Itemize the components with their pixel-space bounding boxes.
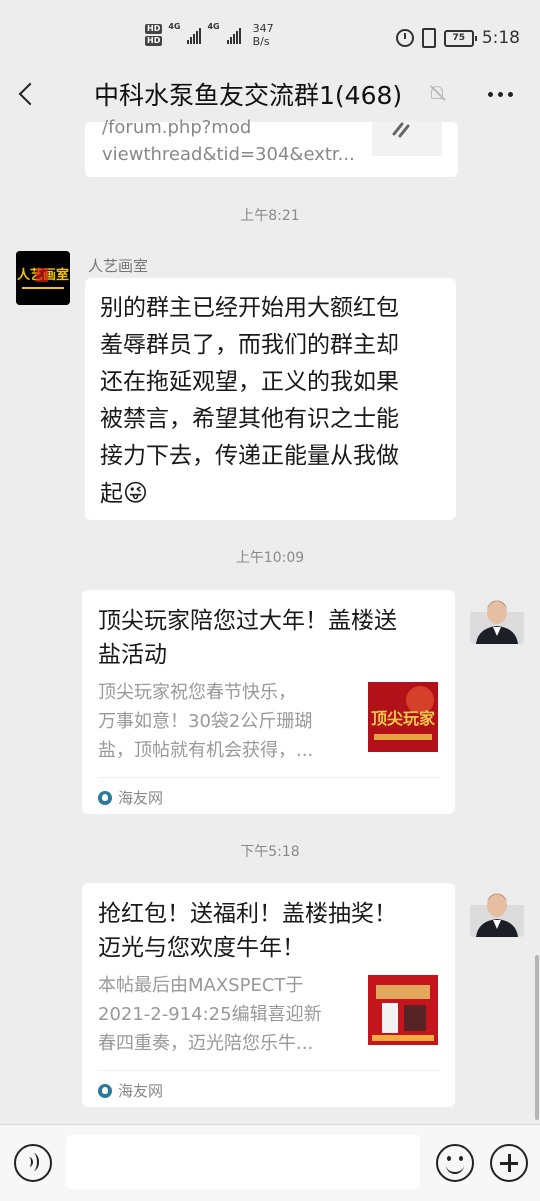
card-thumbnail: 顶尖玩家 bbox=[368, 682, 438, 752]
card-title-line: 顶尖玩家陪您过大年！盖楼送 bbox=[98, 608, 397, 634]
card-desc-line: 顶尖玩家祝您春节快乐， bbox=[98, 682, 296, 703]
hd-badge: HD bbox=[145, 24, 163, 34]
status-bar: HD HD 4G 4G 347 B/s 75 5:18 bbox=[0, 0, 540, 62]
shared-link-card[interactable]: 抢红包！送福利！盖楼抽奖！ 迈光与您欢度牛年！ 本帖最后由MAXSPECT于 2… bbox=[82, 883, 455, 1107]
alarm-icon bbox=[395, 29, 414, 47]
back-icon[interactable] bbox=[16, 80, 38, 108]
emoji-icon[interactable] bbox=[436, 1144, 474, 1182]
status-right: 75 5:18 bbox=[395, 28, 520, 48]
sender-name: 人艺画室 bbox=[88, 257, 149, 275]
network-type-label: 4G bbox=[207, 22, 220, 31]
card-desc-line: 2021-2-914:25编辑喜迎新 bbox=[98, 1004, 322, 1025]
card-description: 本帖最后由MAXSPECT于 2021-2-914:25编辑喜迎新 春四重奏，迈… bbox=[98, 971, 358, 1058]
network-type-label: 4G bbox=[168, 22, 181, 31]
link-preview-text: /forum.php?mod viewthread&tid=304&extr..… bbox=[102, 114, 355, 168]
hd-badges: HD HD bbox=[145, 24, 163, 46]
card-thumbnail bbox=[368, 975, 438, 1045]
mute-icon bbox=[428, 84, 446, 102]
message-line: 起😜 bbox=[100, 475, 450, 513]
timestamp: 下午5:18 bbox=[240, 844, 300, 860]
hd-badge: HD bbox=[145, 36, 163, 46]
vibrate-icon bbox=[421, 28, 436, 48]
input-bar bbox=[0, 1124, 540, 1201]
chat-title: 中科水泵鱼友交流群1(468) bbox=[94, 81, 403, 110]
link-line: /forum.php?mod bbox=[102, 117, 252, 138]
source-name: 海友网 bbox=[118, 1082, 164, 1100]
link-line: viewthread&tid=304&extr... bbox=[102, 144, 355, 165]
thumbnail-image: 顶尖玩家 bbox=[368, 682, 438, 752]
signal-icon bbox=[226, 26, 241, 44]
card-desc-line: 盐，顶帖就有机会获得，... bbox=[98, 740, 314, 761]
shared-link-card[interactable]: 顶尖玩家陪您过大年！盖楼送 盐活动 顶尖玩家祝您春节快乐， 万事如意！30袋2公… bbox=[82, 590, 455, 814]
message-text: 别的群主已经开始用大额红包 羞辱群员了，而我们的群主却 还在拖延观望，正义的我如… bbox=[100, 290, 450, 513]
voice-input-icon[interactable] bbox=[14, 1144, 52, 1182]
thumbnail-image bbox=[368, 975, 438, 1045]
card-title: 顶尖玩家陪您过大年！盖楼送 盐活动 bbox=[98, 604, 443, 672]
avatar-logo: 人艺画室 bbox=[16, 251, 70, 305]
message-bubble[interactable]: 别的群主已经开始用大额红包 羞辱群员了，而我们的群主却 还在拖延观望，正义的我如… bbox=[85, 278, 456, 520]
avatar[interactable]: 人艺画室 bbox=[16, 251, 70, 305]
message-line-text: 起 bbox=[100, 481, 123, 507]
link-icon bbox=[392, 122, 410, 138]
card-source: 海友网 bbox=[98, 787, 163, 808]
signal-icon bbox=[187, 26, 202, 44]
network-speed: 347 B/s bbox=[253, 22, 274, 48]
battery-icon: 75 bbox=[443, 29, 477, 47]
thumbnail-text: 顶尖玩家 bbox=[371, 709, 436, 728]
timestamp: 上午10:09 bbox=[235, 550, 305, 566]
avatar-photo bbox=[470, 590, 524, 644]
link-preview-bubble[interactable]: /forum.php?mod viewthread&tid=304&extr..… bbox=[85, 117, 458, 177]
card-title-line: 盐活动 bbox=[98, 642, 167, 668]
card-source: 海友网 bbox=[98, 1080, 163, 1101]
avatar[interactable] bbox=[470, 883, 524, 937]
source-logo-icon bbox=[98, 1083, 112, 1098]
source-name: 海友网 bbox=[118, 789, 164, 807]
card-divider bbox=[98, 1070, 439, 1071]
more-actions-icon[interactable] bbox=[490, 1144, 528, 1182]
message-line: 还在拖延观望，正义的我如果 bbox=[100, 369, 399, 395]
link-thumb bbox=[372, 122, 442, 156]
timestamp: 上午8:21 bbox=[240, 208, 300, 224]
message-line: 接力下去，传递正能量从我做 bbox=[100, 443, 399, 469]
scrollbar[interactable] bbox=[535, 955, 539, 1120]
speed-unit: B/s bbox=[252, 35, 270, 48]
message-line: 被禁言，希望其他有识之士能 bbox=[100, 406, 399, 432]
wink-emoji-icon: 😜 bbox=[123, 479, 149, 507]
card-title: 抢红包！送福利！盖楼抽奖！ 迈光与您欢度牛年！ bbox=[98, 897, 443, 965]
clock: 5:18 bbox=[481, 28, 520, 48]
source-logo-icon bbox=[98, 790, 112, 805]
avatar-photo bbox=[470, 883, 524, 937]
card-desc-line: 本帖最后由MAXSPECT于 bbox=[98, 975, 304, 996]
speed-value: 347 bbox=[252, 22, 274, 35]
card-desc-line: 万事如意！30袋2公斤珊瑚 bbox=[98, 711, 313, 732]
message-line: 羞辱群员了，而我们的群主却 bbox=[100, 332, 399, 358]
card-divider bbox=[98, 777, 439, 778]
message-line: 别的群主已经开始用大额红包 bbox=[100, 295, 399, 321]
more-icon[interactable] bbox=[488, 92, 513, 97]
card-title-line: 迈光与您欢度牛年！ bbox=[98, 935, 305, 961]
card-title-line: 抢红包！送福利！盖楼抽奖！ bbox=[98, 901, 397, 927]
status-left: HD HD 4G 4G 347 B/s bbox=[145, 22, 274, 48]
message-input[interactable] bbox=[66, 1135, 420, 1189]
avatar[interactable] bbox=[470, 590, 524, 644]
card-description: 顶尖玩家祝您春节快乐， 万事如意！30袋2公斤珊瑚 盐，顶帖就有机会获得，... bbox=[98, 678, 358, 765]
card-desc-line: 春四重奏，迈光陪您乐牛... bbox=[98, 1033, 314, 1054]
